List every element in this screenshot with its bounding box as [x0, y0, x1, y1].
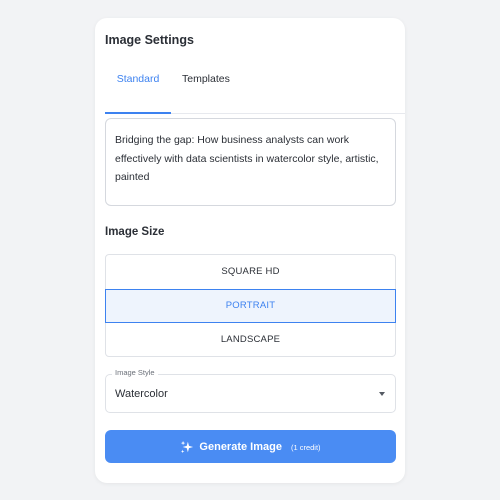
prompt-textarea[interactable]: Bridging the gap: How business analysts … — [105, 118, 396, 206]
tab-templates[interactable]: Templates — [182, 72, 230, 113]
size-option-portrait[interactable]: PORTRAIT — [105, 289, 396, 323]
size-option-square-hd[interactable]: SQUARE HD — [106, 255, 395, 289]
image-style-select[interactable]: Image Style Watercolor — [105, 368, 396, 413]
caret-down-icon — [379, 392, 385, 396]
generate-button-label: Generate Image — [199, 441, 282, 453]
generate-credit-label: (1 credit) — [290, 442, 321, 452]
generate-image-button[interactable]: Generate Image (1 credit) — [105, 430, 396, 463]
image-settings-panel: Image Settings Standard Templates Bridgi… — [95, 18, 405, 483]
image-style-legend: Image Style — [112, 368, 158, 377]
image-style-value: Watercolor — [115, 388, 168, 400]
tab-standard[interactable]: Standard — [105, 72, 171, 114]
image-size-label: Image Size — [105, 226, 165, 238]
panel-title: Image Settings — [105, 33, 194, 47]
size-option-landscape[interactable]: LANDSCAPE — [106, 323, 395, 357]
image-size-options: SQUARE HD PORTRAIT LANDSCAPE — [105, 254, 396, 357]
sparkle-icon — [181, 440, 194, 454]
generate-button-content: Generate Image (1 credit) — [105, 439, 396, 455]
tab-bar: Standard Templates — [105, 72, 405, 114]
